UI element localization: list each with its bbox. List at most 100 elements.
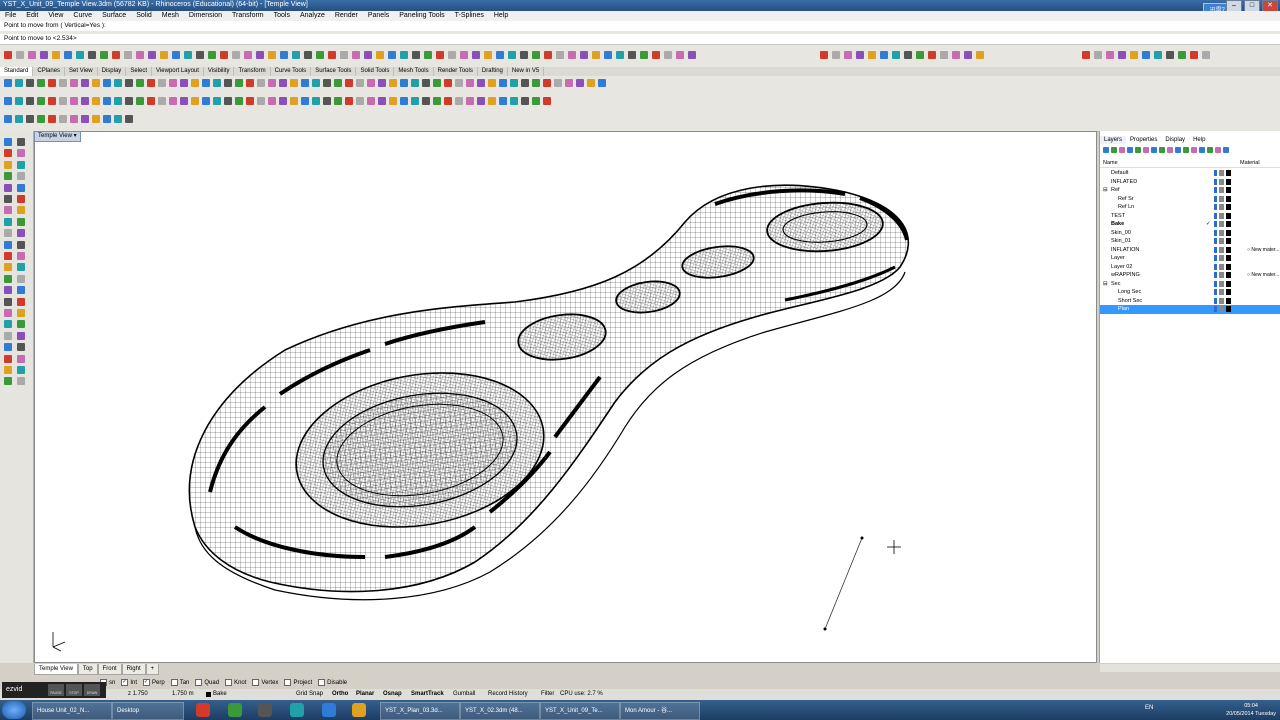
bulb-icon[interactable] bbox=[1214, 187, 1217, 193]
viewport-title-tab[interactable]: Temple View ▾ bbox=[34, 131, 81, 142]
layer-state-icons[interactable] bbox=[1214, 272, 1242, 278]
lock-icon[interactable] bbox=[1219, 212, 1224, 219]
taskbar-item-mon-amour[interactable]: Mon Amour - 谷... bbox=[620, 702, 700, 720]
toolbar-tool-icon[interactable] bbox=[148, 51, 156, 59]
osnap-checkbox[interactable] bbox=[318, 678, 326, 686]
toolbar-tool-icon[interactable] bbox=[455, 97, 463, 105]
layer-row-layer-02[interactable]: Layer 02 bbox=[1100, 263, 1280, 272]
toolbar-tab-transform[interactable]: Transform bbox=[234, 67, 271, 76]
toolbar-tool-icon[interactable] bbox=[916, 51, 924, 59]
tool-palette-icon[interactable] bbox=[17, 263, 25, 272]
layer-state-icons[interactable] bbox=[1214, 263, 1242, 270]
toolbar-tool-icon[interactable] bbox=[4, 97, 12, 105]
bulb-icon[interactable] bbox=[1214, 289, 1217, 295]
toolbar-tool-icon[interactable] bbox=[832, 51, 840, 59]
toolbar-tool-icon[interactable] bbox=[400, 79, 408, 87]
tool-palette-icon[interactable] bbox=[4, 286, 12, 295]
toolbar-tool-icon[interactable] bbox=[136, 79, 144, 87]
toolbar-tool-icon[interactable] bbox=[1094, 51, 1102, 59]
toolbar-tool-icon[interactable] bbox=[352, 51, 360, 59]
toolbar-tool-icon[interactable] bbox=[202, 79, 210, 87]
toolbar-tool-icon[interactable] bbox=[172, 51, 180, 59]
toolbar-tool-icon[interactable] bbox=[323, 97, 331, 105]
toolbar-tool-icon[interactable] bbox=[290, 79, 298, 87]
toolbar-tool-icon[interactable] bbox=[220, 51, 228, 59]
menu-tools[interactable]: Tools bbox=[269, 11, 295, 21]
layer-row-skin-00[interactable]: Skin_00 bbox=[1100, 229, 1280, 238]
osnap-vertex[interactable]: Vertex bbox=[252, 678, 278, 688]
panel-tab-help[interactable]: Help bbox=[1189, 136, 1209, 144]
menu-file[interactable]: File bbox=[0, 11, 21, 21]
tool-palette-icon[interactable] bbox=[4, 138, 12, 146]
layer-tool-icon[interactable] bbox=[1199, 147, 1205, 153]
toolbar-tool-icon[interactable] bbox=[356, 79, 364, 87]
toolbar-tool-icon[interactable] bbox=[312, 79, 320, 87]
viewport-tab-right[interactable]: Right bbox=[121, 664, 146, 675]
toolbar-tool-icon[interactable] bbox=[257, 79, 265, 87]
osnap-project[interactable]: Project bbox=[284, 678, 312, 688]
command-prompt[interactable]: Point to move to <2.534> bbox=[4, 35, 77, 42]
layer-tool-icon[interactable] bbox=[1175, 147, 1181, 153]
toolbar-tool-icon[interactable] bbox=[158, 79, 166, 87]
layer-color-icon[interactable] bbox=[1226, 280, 1231, 287]
osnap-int[interactable]: ✓ Int bbox=[121, 678, 137, 688]
viewport-canvas[interactable] bbox=[35, 132, 1096, 662]
bulb-icon[interactable] bbox=[1214, 263, 1217, 270]
toolbar-tool-icon[interactable] bbox=[301, 79, 309, 87]
toolbar-tool-icon[interactable] bbox=[543, 97, 551, 105]
tool-palette-icon[interactable] bbox=[4, 195, 12, 203]
lock-icon[interactable] bbox=[1219, 229, 1224, 236]
toolbar-tool-icon[interactable] bbox=[70, 97, 78, 105]
smarttrack-toggle[interactable]: SmartTrack bbox=[411, 689, 444, 700]
toolbar-tool-icon[interactable] bbox=[246, 97, 254, 105]
toolbar-tab-standard[interactable]: Standard bbox=[0, 67, 34, 76]
toolbar-tool-icon[interactable] bbox=[26, 115, 34, 123]
toolbar-tool-icon[interactable] bbox=[576, 79, 584, 87]
toolbar-tool-icon[interactable] bbox=[1202, 51, 1210, 59]
toolbar-tool-icon[interactable] bbox=[340, 51, 348, 59]
toolbar-tool-icon[interactable] bbox=[136, 51, 144, 59]
toolbar-tool-icon[interactable] bbox=[37, 79, 45, 87]
toolbar-tool-icon[interactable] bbox=[114, 97, 122, 105]
menu-transform[interactable]: Transform bbox=[227, 11, 269, 21]
toolbar-tool-icon[interactable] bbox=[312, 97, 320, 105]
layer-row-ref-ln[interactable]: Ref Ln bbox=[1100, 203, 1280, 212]
toolbar-tool-icon[interactable] bbox=[28, 51, 36, 59]
layer-row-plan[interactable]: Plan bbox=[1100, 305, 1280, 314]
lock-icon[interactable] bbox=[1219, 238, 1224, 244]
toolbar-tool-icon[interactable] bbox=[520, 51, 528, 59]
tool-palette-icon[interactable] bbox=[17, 377, 25, 386]
toolbar-tool-icon[interactable] bbox=[147, 97, 155, 105]
lock-icon[interactable] bbox=[1219, 306, 1224, 312]
layer-tool-icon[interactable] bbox=[1183, 147, 1189, 153]
toolbar-tool-icon[interactable] bbox=[477, 97, 485, 105]
lock-icon[interactable] bbox=[1219, 272, 1224, 278]
toolbar-tab-mesh-tools[interactable]: Mesh Tools bbox=[394, 67, 434, 76]
toolbar-tool-icon[interactable] bbox=[444, 79, 452, 87]
viewport-tab-add[interactable]: + bbox=[145, 664, 160, 675]
filter-toggle[interactable]: Filter bbox=[541, 689, 554, 700]
toolbar-tool-icon[interactable] bbox=[356, 97, 364, 105]
bulb-icon[interactable] bbox=[1214, 178, 1217, 185]
menu-curve[interactable]: Curve bbox=[68, 11, 97, 21]
toolbar-tool-icon[interactable] bbox=[15, 115, 23, 123]
toolbar-tool-icon[interactable] bbox=[81, 97, 89, 105]
toolbar-tool-icon[interactable] bbox=[323, 79, 331, 87]
layer-tool-icon[interactable] bbox=[1135, 147, 1141, 153]
taskbar-item-yst-x-unit-09-te[interactable]: YST_X_Unit_09_Te... bbox=[540, 702, 620, 720]
tool-palette-icon[interactable] bbox=[17, 354, 25, 363]
toolbar-tool-icon[interactable] bbox=[952, 51, 960, 59]
lock-icon[interactable] bbox=[1219, 195, 1224, 202]
layer-tool-icon[interactable] bbox=[1223, 147, 1229, 153]
toolbar-tool-icon[interactable] bbox=[213, 79, 221, 87]
toolbar-tab-cplanes[interactable]: CPlanes bbox=[33, 67, 66, 76]
layer-color-icon[interactable] bbox=[1226, 221, 1231, 227]
toolbar-tool-icon[interactable] bbox=[488, 79, 496, 87]
toolbar-tool-icon[interactable] bbox=[268, 51, 276, 59]
system-clock[interactable]: 05:04 20/05/2014 Tuesday bbox=[1226, 702, 1276, 718]
toolbar-tool-icon[interactable] bbox=[466, 97, 474, 105]
toolbar-tool-icon[interactable] bbox=[290, 97, 298, 105]
osnap-checkbox[interactable] bbox=[284, 678, 292, 686]
layer-row-default[interactable]: Default bbox=[1100, 169, 1280, 178]
layer-color-icon[interactable] bbox=[1226, 238, 1231, 244]
